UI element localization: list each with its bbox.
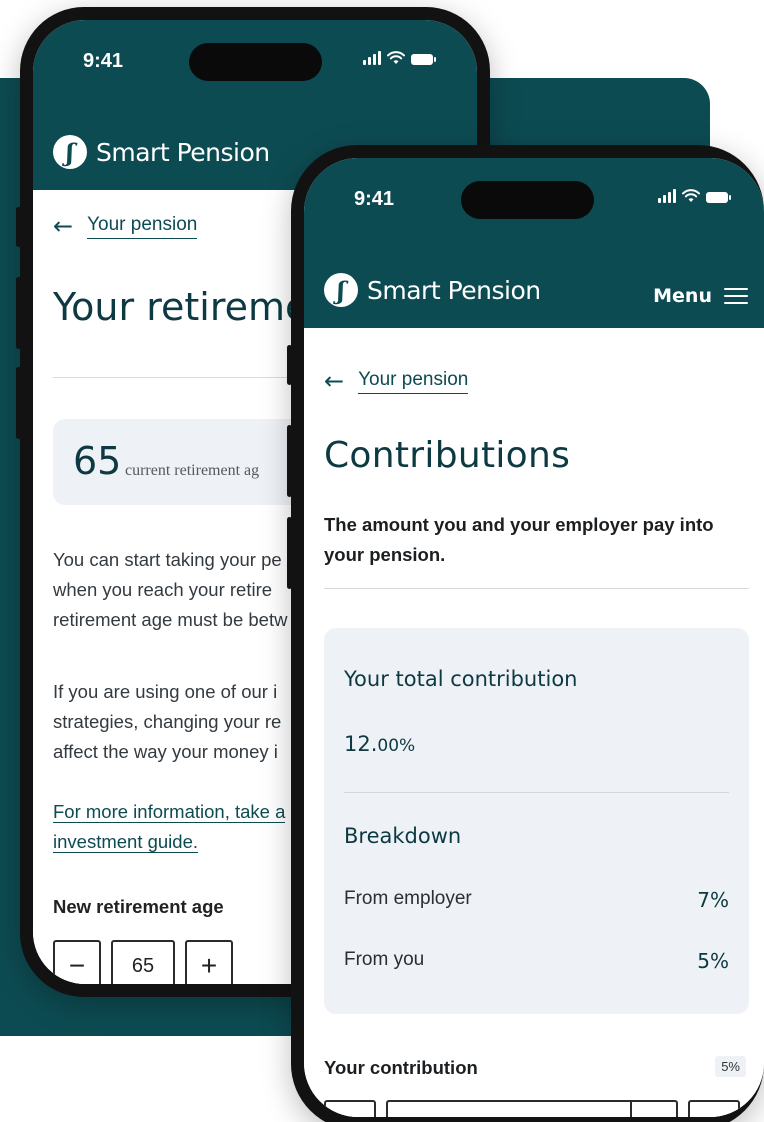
breakdown-row-you: From you 5% <box>344 949 729 973</box>
smart-pension-logo-icon: ʃ <box>324 273 358 307</box>
wifi-icon <box>682 189 700 202</box>
age-input[interactable]: 65 <box>111 940 175 984</box>
phone-screen: 9:41 ʃ Smart Pension <box>304 158 764 1117</box>
divider <box>324 588 749 589</box>
smart-pension-logo-icon: ʃ <box>53 135 87 169</box>
dynamic-island <box>461 181 594 219</box>
decrease-button[interactable]: − <box>53 940 101 984</box>
status-icons <box>658 189 731 203</box>
status-bar: 9:41 <box>33 20 477 110</box>
breakdown-title: Breakdown <box>344 824 462 848</box>
menu-button[interactable]: Menu <box>653 285 748 307</box>
phone-side-button <box>287 425 292 497</box>
value-whole: 12. <box>344 732 378 756</box>
brand-name: Smart Pension <box>367 275 541 305</box>
page-title: Your retireme <box>53 285 309 329</box>
dynamic-island <box>189 43 322 81</box>
increase-button[interactable]: + <box>185 940 233 984</box>
increase-button[interactable] <box>688 1100 740 1117</box>
status-time: 9:41 <box>354 188 395 210</box>
link-line: investment guide. <box>53 831 199 853</box>
phone-contributions: 9:41 ʃ Smart Pension Menu ← Your pension… <box>287 145 764 1122</box>
status-icons <box>363 51 436 65</box>
page-content: ← Your pension Contributions The amount … <box>304 328 764 1117</box>
percent-unit: % <box>630 1102 676 1117</box>
back-link-your-pension[interactable]: ← Your pension <box>53 212 198 240</box>
breakdown-row-employer: From employer 7% <box>344 888 729 912</box>
total-contribution-title: Your total contribution <box>344 667 578 691</box>
brand[interactable]: ʃ Smart Pension <box>53 135 270 169</box>
cellular-signal-icon <box>658 189 676 203</box>
menu-label: Menu <box>653 285 712 307</box>
marketing-composition: 9:41 ʃ Smart Pension ← Your pension Your… <box>0 0 764 1122</box>
phone-side-button <box>16 277 21 349</box>
wifi-icon <box>387 51 405 64</box>
contribution-stepper: 5 % <box>324 1100 764 1117</box>
back-link-label: Your pension <box>358 369 469 394</box>
input-value: 5 <box>402 1116 412 1117</box>
phone-side-button <box>16 367 21 439</box>
value-decimals: 00% <box>377 736 416 756</box>
arrow-left-icon: ← <box>53 212 74 240</box>
brand[interactable]: ʃ Smart Pension <box>324 273 541 307</box>
contribution-input[interactable]: 5 % <box>386 1100 678 1117</box>
arrow-left-icon: ← <box>324 367 345 395</box>
phone-side-button <box>16 207 21 247</box>
status-time: 9:41 <box>83 50 124 72</box>
row-label: From you <box>344 949 425 970</box>
row-value: 5% <box>697 949 729 973</box>
row-value: 7% <box>697 888 729 912</box>
page-title: Contributions <box>324 435 571 476</box>
phone-side-button <box>287 345 292 385</box>
back-link-label: Your pension <box>87 214 198 239</box>
your-contribution-badge: 5% <box>715 1056 746 1077</box>
back-link-your-pension[interactable]: ← Your pension <box>324 367 469 395</box>
link-line: For more information, take a <box>53 801 286 823</box>
retirement-age-stepper: − 65 + <box>53 940 233 984</box>
your-contribution-label: Your contribution <box>324 1057 478 1078</box>
decrease-button[interactable] <box>324 1100 376 1117</box>
new-age-label: New retirement age <box>53 896 224 917</box>
row-label: From employer <box>344 888 472 909</box>
current-age-value: 65 <box>73 439 122 483</box>
current-age-label: current retirement ag <box>125 462 260 479</box>
cellular-signal-icon <box>363 51 381 65</box>
phone-side-button <box>287 517 292 589</box>
hamburger-icon <box>724 288 748 304</box>
status-bar: 9:41 <box>304 158 764 248</box>
battery-icon <box>706 192 731 203</box>
card-divider <box>344 792 729 793</box>
total-contribution-card: Your total contribution 12.00% Breakdown… <box>324 628 749 1014</box>
page-subtitle: The amount you and your employer pay int… <box>324 514 714 565</box>
investment-guide-link[interactable]: For more information, take a investment … <box>53 797 286 857</box>
total-contribution-value: 12.00% <box>344 732 415 756</box>
brand-name: Smart Pension <box>96 137 270 167</box>
battery-icon <box>411 54 436 65</box>
